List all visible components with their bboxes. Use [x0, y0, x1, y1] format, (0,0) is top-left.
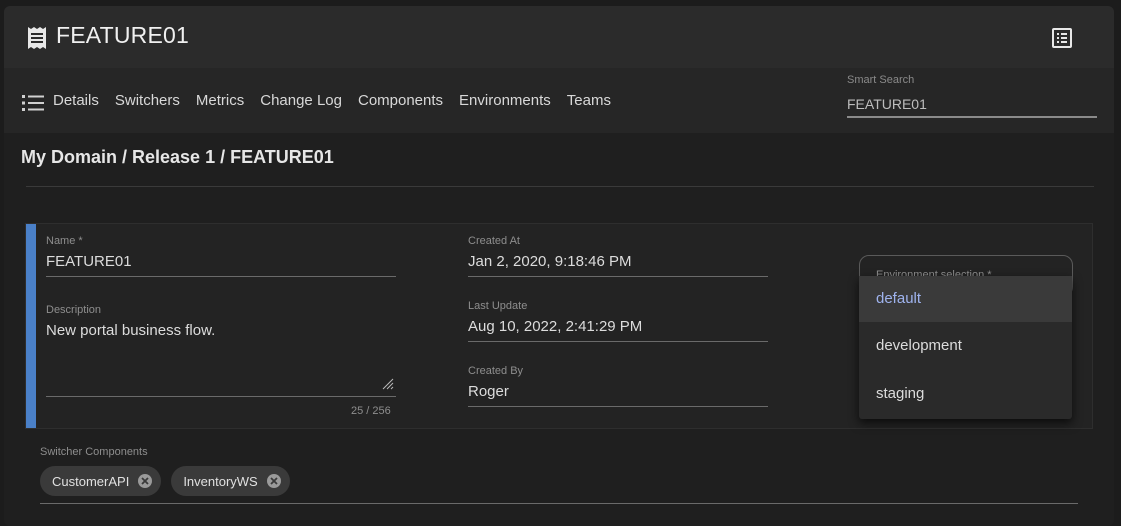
tab-metrics[interactable]: Metrics: [196, 92, 244, 109]
tab-details[interactable]: Details: [53, 92, 99, 109]
chip-label: CustomerAPI: [52, 473, 130, 489]
environment-dropdown: default development staging: [859, 276, 1072, 419]
component-chip[interactable]: CustomerAPI: [40, 466, 162, 496]
tab-components[interactable]: Components: [358, 92, 443, 109]
created-by-value: Roger: [468, 383, 768, 407]
card-accent-bar: [26, 224, 36, 428]
created-by-label: Created By: [468, 365, 524, 377]
nav-bar: Details Switchers Metrics Change Log Com…: [4, 68, 1114, 133]
description-label: Description: [46, 304, 102, 316]
feature-window: FEATURE01 Details Switchers Metrics Chan…: [4, 6, 1114, 526]
title-bar: FEATURE01: [4, 6, 1114, 68]
smart-search-label: Smart Search: [847, 74, 915, 86]
created-by-field: Created By Roger: [468, 365, 768, 407]
tab-teams[interactable]: Teams: [567, 92, 611, 109]
option-staging[interactable]: staging: [859, 370, 1072, 418]
created-at-value: Jan 2, 2020, 9:18:46 PM: [468, 253, 768, 277]
last-update-value: Aug 10, 2022, 2:41:29 PM: [468, 318, 768, 342]
option-development[interactable]: development: [859, 322, 1072, 370]
tab-switchers[interactable]: Switchers: [115, 92, 180, 109]
resize-handle-icon[interactable]: [382, 378, 394, 390]
menu-icon[interactable]: [22, 94, 44, 112]
name-label: Name *: [46, 235, 83, 247]
created-at-label: Created At: [468, 235, 520, 247]
smart-search: Smart Search: [847, 74, 1097, 120]
description-counter: 25 / 256: [351, 405, 391, 417]
components-label: Switcher Components: [40, 446, 148, 458]
page-title: FEATURE01: [56, 22, 190, 48]
description-value[interactable]: New portal business flow.: [46, 322, 396, 339]
last-update-label: Last Update: [468, 300, 528, 312]
last-update-field: Last Update Aug 10, 2022, 2:41:29 PM: [468, 300, 768, 342]
list-alt-icon[interactable]: [1050, 26, 1074, 50]
components-underline: [40, 503, 1078, 504]
name-value[interactable]: FEATURE01: [46, 253, 396, 277]
remove-chip-icon[interactable]: [137, 473, 153, 489]
created-at-field: Created At Jan 2, 2020, 9:18:46 PM: [468, 235, 768, 277]
tab-environments[interactable]: Environments: [459, 92, 551, 109]
component-chips: CustomerAPI InventoryWS: [40, 466, 290, 496]
tab-change-log[interactable]: Change Log: [260, 92, 342, 109]
remove-chip-icon[interactable]: [266, 473, 282, 489]
nav-tabs: Details Switchers Metrics Change Log Com…: [53, 92, 611, 109]
description-field[interactable]: Description New portal business flow.: [46, 304, 396, 397]
option-default[interactable]: default: [859, 276, 1072, 322]
divider: [26, 186, 1094, 187]
chip-label: InventoryWS: [183, 473, 258, 489]
smart-search-input[interactable]: [847, 92, 1097, 118]
receipt-icon: [28, 27, 46, 49]
name-field[interactable]: Name * FEATURE01: [46, 235, 396, 277]
component-chip[interactable]: InventoryWS: [171, 466, 290, 496]
breadcrumb: My Domain / Release 1 / FEATURE01: [21, 147, 334, 167]
